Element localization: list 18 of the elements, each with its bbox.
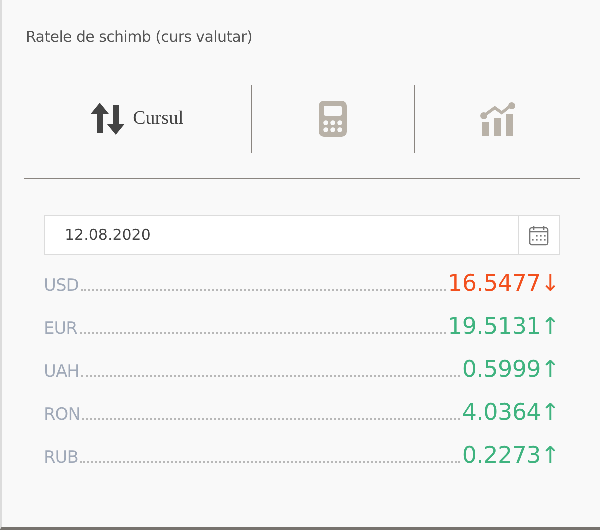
currency-code: EUR	[44, 319, 78, 339]
currency-code: UAH	[44, 362, 80, 382]
widget-title: Ratele de schimb (curs valutar)	[26, 28, 254, 46]
exchange-rate: 16.5477↓	[448, 271, 560, 297]
up-down-arrows-icon	[91, 103, 126, 135]
exchange-rate: 19.5131↑	[448, 314, 560, 340]
exchange-rate: 0.2273↑	[462, 443, 560, 469]
exchange-rate: 4.0364↑	[462, 400, 560, 426]
calendar-button[interactable]	[519, 215, 560, 255]
exchange-rate: 0.5999↑	[462, 357, 560, 383]
currency-code: USD	[44, 276, 79, 296]
currency-code: RUB	[44, 448, 78, 468]
calendar-icon	[529, 224, 549, 246]
currency-code: RON	[44, 405, 80, 425]
calculator-icon	[319, 101, 348, 137]
bar-chart-icon	[480, 102, 516, 136]
date-field[interactable]: 12.08.2020	[44, 215, 519, 255]
tab[interactable]: Cursul	[24, 84, 251, 154]
